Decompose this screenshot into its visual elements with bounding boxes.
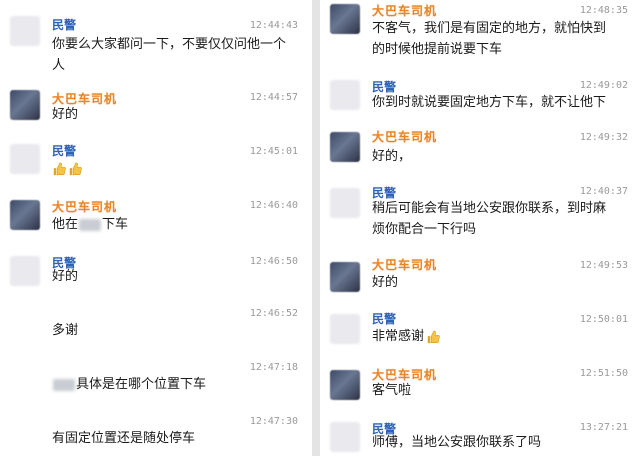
avatar[interactable] [330, 314, 360, 344]
message-text: 你要么大家都问一下，不要仅仅问他一个 人 [52, 34, 286, 76]
avatar[interactable] [10, 200, 40, 230]
message-text: 好的 [52, 107, 79, 122]
timestamp: 12:48:35 [579, 5, 628, 16]
message-fragment: 他在 [52, 217, 79, 232]
message-fragment: 具体是在哪个位置下车 [76, 377, 207, 392]
sender-name: 民警 [52, 18, 77, 32]
avatar[interactable] [330, 4, 360, 34]
message-text: 师傅，当地公安跟你联系了吗 [372, 435, 542, 450]
avatar[interactable] [330, 80, 360, 110]
redacted-location [79, 218, 102, 231]
avatar[interactable] [330, 262, 360, 292]
message-line: 烦你配合一下行吗 [372, 222, 477, 237]
message-text: 多谢 [52, 323, 79, 338]
thumbs-up-icon [52, 162, 66, 176]
chat-column-right: 大巴车司机 12:48:35 不客气，我们是有固定的地方，就怕快到 的时候他提前… [320, 0, 640, 456]
sender-name: 大巴车司机 [372, 4, 438, 18]
sender-name: 民警 [372, 312, 397, 326]
timestamp: 12:45:01 [249, 146, 298, 157]
timestamp: 12:51:50 [579, 368, 628, 379]
message-text: 他在 下车 [52, 214, 128, 235]
message-text: 好的 [52, 269, 79, 284]
message-text: 非常感谢 [372, 326, 442, 347]
thumbs-up-icon [68, 162, 82, 176]
timestamp: 12:46:40 [249, 200, 298, 211]
message-fragment: 非常感谢 [372, 329, 425, 344]
message-text: 有固定位置还是随处停车 [52, 431, 196, 446]
message-text: 好的 [372, 275, 399, 290]
avatar[interactable] [330, 188, 360, 218]
chat-screenshot: 民警 12:44:43 你要么大家都问一下，不要仅仅问他一个 人 大巴车司机 1… [0, 0, 640, 456]
message-text: 稍后可能会有当地公安跟你联系，到时麻 烦你配合一下行吗 [372, 198, 606, 240]
redacted-text [53, 378, 75, 391]
sender-name: 大巴车司机 [52, 200, 118, 214]
avatar[interactable] [330, 370, 360, 400]
message-fragment: 下车 [102, 217, 129, 232]
message-line: 不客气，我们是有固定的地方，就怕快到 [372, 21, 607, 36]
message-line: 你要么大家都问一下，不要仅仅问他一个 [52, 37, 287, 52]
message-text: 你到时就说要固定地方下车，就不让他下 [372, 95, 607, 110]
timestamp: 12:40:37 [579, 186, 628, 197]
timestamp: 12:47:18 [249, 362, 298, 373]
message-line: 稍后可能会有当地公安跟你联系，到时麻 [372, 201, 607, 216]
timestamp: 12:49:53 [579, 260, 628, 271]
column-divider [312, 0, 320, 456]
message-text [52, 158, 84, 179]
message-text: 不客气，我们是有固定的地方，就怕快到 的时候他提前说要下车 [372, 18, 606, 60]
avatar[interactable] [330, 132, 360, 162]
message-line: 人 [52, 58, 66, 73]
avatar[interactable] [10, 144, 40, 174]
message-text: 具体是在哪个位置下车 [52, 374, 206, 395]
message-text: 客气啦 [372, 383, 412, 398]
thumbs-up-icon [426, 330, 440, 344]
message-text: 好的， [372, 149, 412, 164]
message-line: 的时候他提前说要下车 [372, 42, 503, 57]
timestamp: 12:49:32 [579, 132, 628, 143]
timestamp: 12:50:01 [579, 314, 628, 325]
timestamp: 12:44:57 [249, 92, 298, 103]
chat-column-left: 民警 12:44:43 你要么大家都问一下，不要仅仅问他一个 人 大巴车司机 1… [0, 0, 312, 456]
sender-name: 大巴车司机 [372, 258, 438, 272]
avatar[interactable] [10, 16, 40, 46]
timestamp: 12:47:30 [249, 416, 298, 427]
avatar[interactable] [10, 90, 40, 120]
timestamp: 12:44:43 [249, 20, 298, 31]
avatar[interactable] [330, 422, 360, 452]
sender-name: 大巴车司机 [372, 130, 438, 144]
timestamp: 12:46:52 [249, 308, 298, 319]
avatar[interactable] [10, 256, 40, 286]
timestamp: 12:49:02 [579, 80, 628, 91]
timestamp: 12:46:50 [249, 256, 298, 267]
timestamp: 13:27:21 [579, 422, 628, 433]
sender-name: 民警 [52, 144, 77, 158]
